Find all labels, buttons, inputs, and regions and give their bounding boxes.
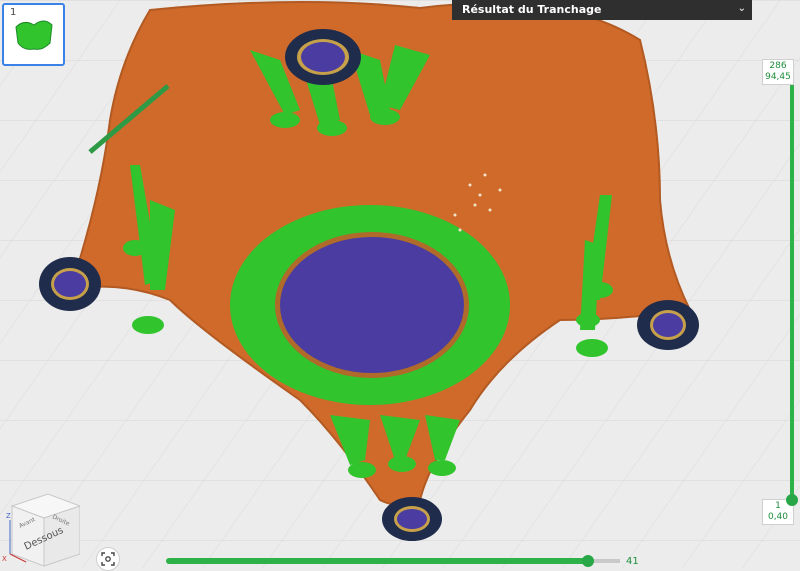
top-layer-index: 286: [769, 61, 787, 71]
panel-title: Résultat du Tranchage: [462, 3, 602, 16]
camera-focus-icon: [101, 552, 115, 566]
support-bottom: [330, 415, 460, 478]
pad-top: [285, 29, 361, 85]
layer-slider-bottom-handle[interactable]: [786, 494, 798, 506]
plate-thumbnail[interactable]: 1: [2, 3, 65, 66]
bottom-layer-height: 0,40: [767, 512, 789, 522]
layer-slider-track[interactable]: [790, 84, 794, 498]
pad-left: [39, 257, 101, 311]
sliced-model-view[interactable]: [0, 0, 800, 569]
infill-core: [280, 237, 464, 373]
move-slider-value: 41: [626, 556, 639, 567]
axis-x-label: X: [2, 555, 7, 563]
layer-top-label: 286 94,45: [762, 59, 794, 85]
pad-right: [637, 300, 699, 350]
top-layer-height: 94,45: [765, 72, 791, 82]
move-slider-handle[interactable]: [582, 555, 594, 567]
plate-preview-icon: [15, 20, 53, 50]
chevron-double-down-icon[interactable]: ⌄: [738, 3, 746, 14]
axis-z-label: Z: [6, 512, 11, 520]
slice-result-panel[interactable]: Résultat du Tranchage ⌄: [452, 0, 752, 20]
pad-bottom: [382, 497, 442, 541]
camera-focus-button[interactable]: [96, 547, 120, 571]
view-cube[interactable]: Dessous Avant Droite Z X: [0, 488, 80, 569]
move-slider-track[interactable]: [166, 558, 588, 564]
